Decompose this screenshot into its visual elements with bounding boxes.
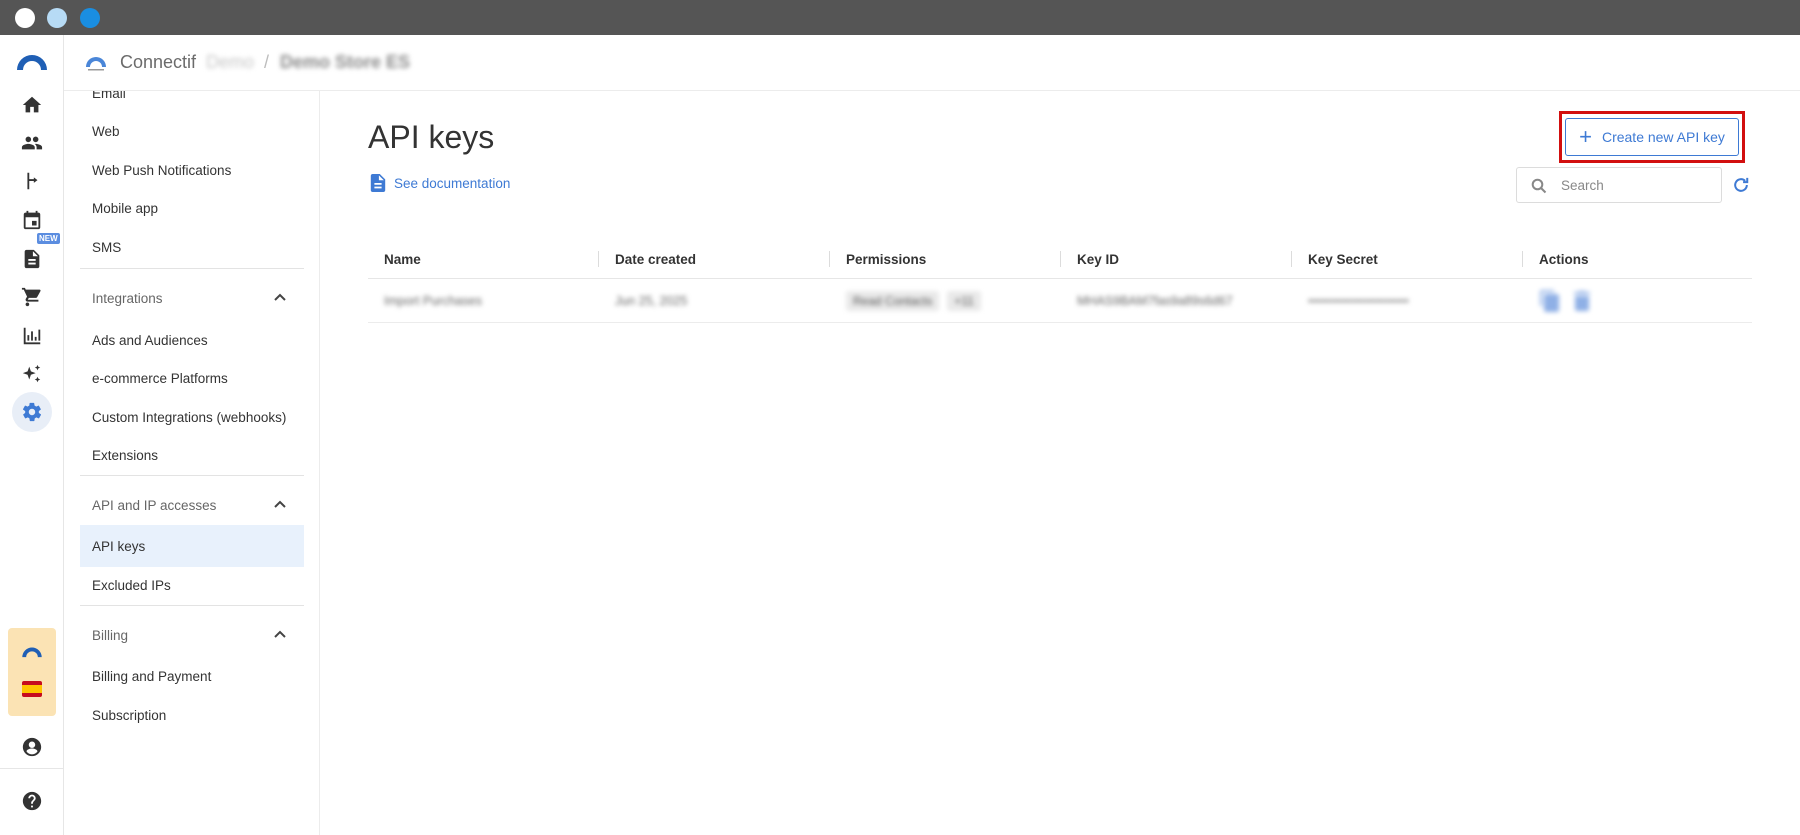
document-icon [370,174,386,192]
account-logo-icon [22,647,42,658]
top-header: Connectif Demo / Demo Store ES [64,35,1800,91]
sidebar-item-excluded-ips[interactable]: Excluded IPs [80,564,304,606]
delete-icon[interactable] [1571,289,1593,313]
sidebar-item-custom-integrations[interactable]: Custom Integrations (webhooks) [80,396,304,438]
plus-icon: + [1579,124,1592,149]
help-icon[interactable] [18,787,46,815]
sidebar-section-api-ip[interactable]: API and IP accesses [80,485,304,525]
spain-flag-icon [22,681,42,697]
chevron-up-icon[interactable] [272,627,288,643]
brand-logo-icon[interactable] [84,53,108,73]
window-maximize-dot[interactable] [80,8,100,28]
create-api-key-button[interactable]: + Create new API key [1565,118,1739,156]
cell-permissions: Read Contacts +11 [830,279,989,323]
copy-icon[interactable] [1539,289,1561,313]
permission-more-chip[interactable]: +11 [947,291,981,311]
table-row[interactable]: Import Purchases Jun 25, 2025 Read Conta… [368,279,1752,323]
user-profile-icon[interactable] [18,733,46,761]
window-titlebar [0,0,1800,35]
column-header-key-id[interactable]: Key ID [1061,239,1119,279]
column-header-date[interactable]: Date created [599,239,696,279]
account-name[interactable]: Demo [206,52,254,73]
section-title: Billing [92,627,129,643]
cell-key-id: MHAS9BAM7fas9a89s6d67 [1077,294,1233,308]
rail-divider [0,768,64,769]
see-documentation-link[interactable]: See documentation [370,174,510,192]
table-header: Name Date created Permissions Key ID Key… [368,239,1752,279]
new-badge: NEW [37,233,60,244]
reports-icon[interactable] [18,322,46,350]
sidebar-item-subscription[interactable]: Subscription [80,694,304,736]
search-input[interactable] [1561,169,1716,201]
app-rail: NEW [0,35,64,835]
cell-name: Import Purchases [384,294,482,308]
page-title: API keys [368,119,495,155]
sidebar-item-mobile-app[interactable]: Mobile app [80,187,304,229]
cart-icon[interactable] [18,283,46,311]
workflows-icon[interactable] [18,167,46,195]
refresh-icon[interactable] [1728,172,1754,198]
api-keys-table: Name Date created Permissions Key ID Key… [368,239,1752,323]
sidebar-item-ecommerce-platforms[interactable]: e-commerce Platforms [80,357,304,399]
create-button-label: Create new API key [1601,129,1725,145]
store-name[interactable]: Demo Store ES [280,52,410,73]
sidebar-item-extensions[interactable]: Extensions [80,434,304,476]
column-header-actions: Actions [1539,251,1589,267]
sidebar-item-web[interactable]: Web [80,110,304,152]
sidebar-item-web-push[interactable]: Web Push Notifications [80,149,304,191]
permission-chip: Read Contacts [846,291,940,311]
search-icon [1531,178,1547,194]
sidebar-section-integrations[interactable]: Integrations [80,278,304,318]
sidebar-item-billing-payment[interactable]: Billing and Payment [80,655,304,697]
chevron-up-icon[interactable] [272,290,288,306]
breadcrumb-separator: / [264,52,270,72]
column-header-name[interactable]: Name [368,239,421,279]
account-switcher[interactable] [8,628,56,716]
contacts-icon[interactable] [18,129,46,157]
connectif-logo-icon[interactable] [15,53,49,71]
section-title: API and IP accesses [92,497,217,513]
content-icon[interactable] [18,245,46,273]
sidebar-item-api-keys[interactable]: API keys [80,525,304,567]
cell-date: Jun 25, 2025 [615,294,688,308]
calendar-icon[interactable] [18,206,46,234]
brand-name[interactable]: Connectif [120,52,196,73]
column-header-key-secret[interactable]: Key Secret [1292,239,1378,279]
sidebar-item-sms[interactable]: SMS [80,226,304,268]
cell-key-secret: •••••••••••••••••••••••• [1308,294,1409,308]
settings-sidebar: Email Web Web Push Notifications Mobile … [64,91,320,835]
sidebar-divider [80,605,304,606]
sidebar-divider [80,268,304,269]
cell-actions [1523,279,1603,323]
column-header-permissions[interactable]: Permissions [830,239,926,279]
settings-icon[interactable] [12,392,52,432]
ai-sparkle-icon[interactable] [18,360,46,388]
window-close-dot[interactable] [15,8,35,28]
sidebar-section-billing[interactable]: Billing [80,615,304,655]
window-minimize-dot[interactable] [47,8,67,28]
doc-link-label: See documentation [394,175,511,191]
section-title: Integrations [92,290,163,306]
chevron-up-icon[interactable] [272,497,288,513]
search-box [1516,167,1722,203]
sidebar-divider [80,475,304,476]
sidebar-item-ads-audiences[interactable]: Ads and Audiences [80,319,304,361]
home-icon[interactable] [18,91,46,119]
main-content: API keys See documentation + Create new … [320,91,1800,835]
